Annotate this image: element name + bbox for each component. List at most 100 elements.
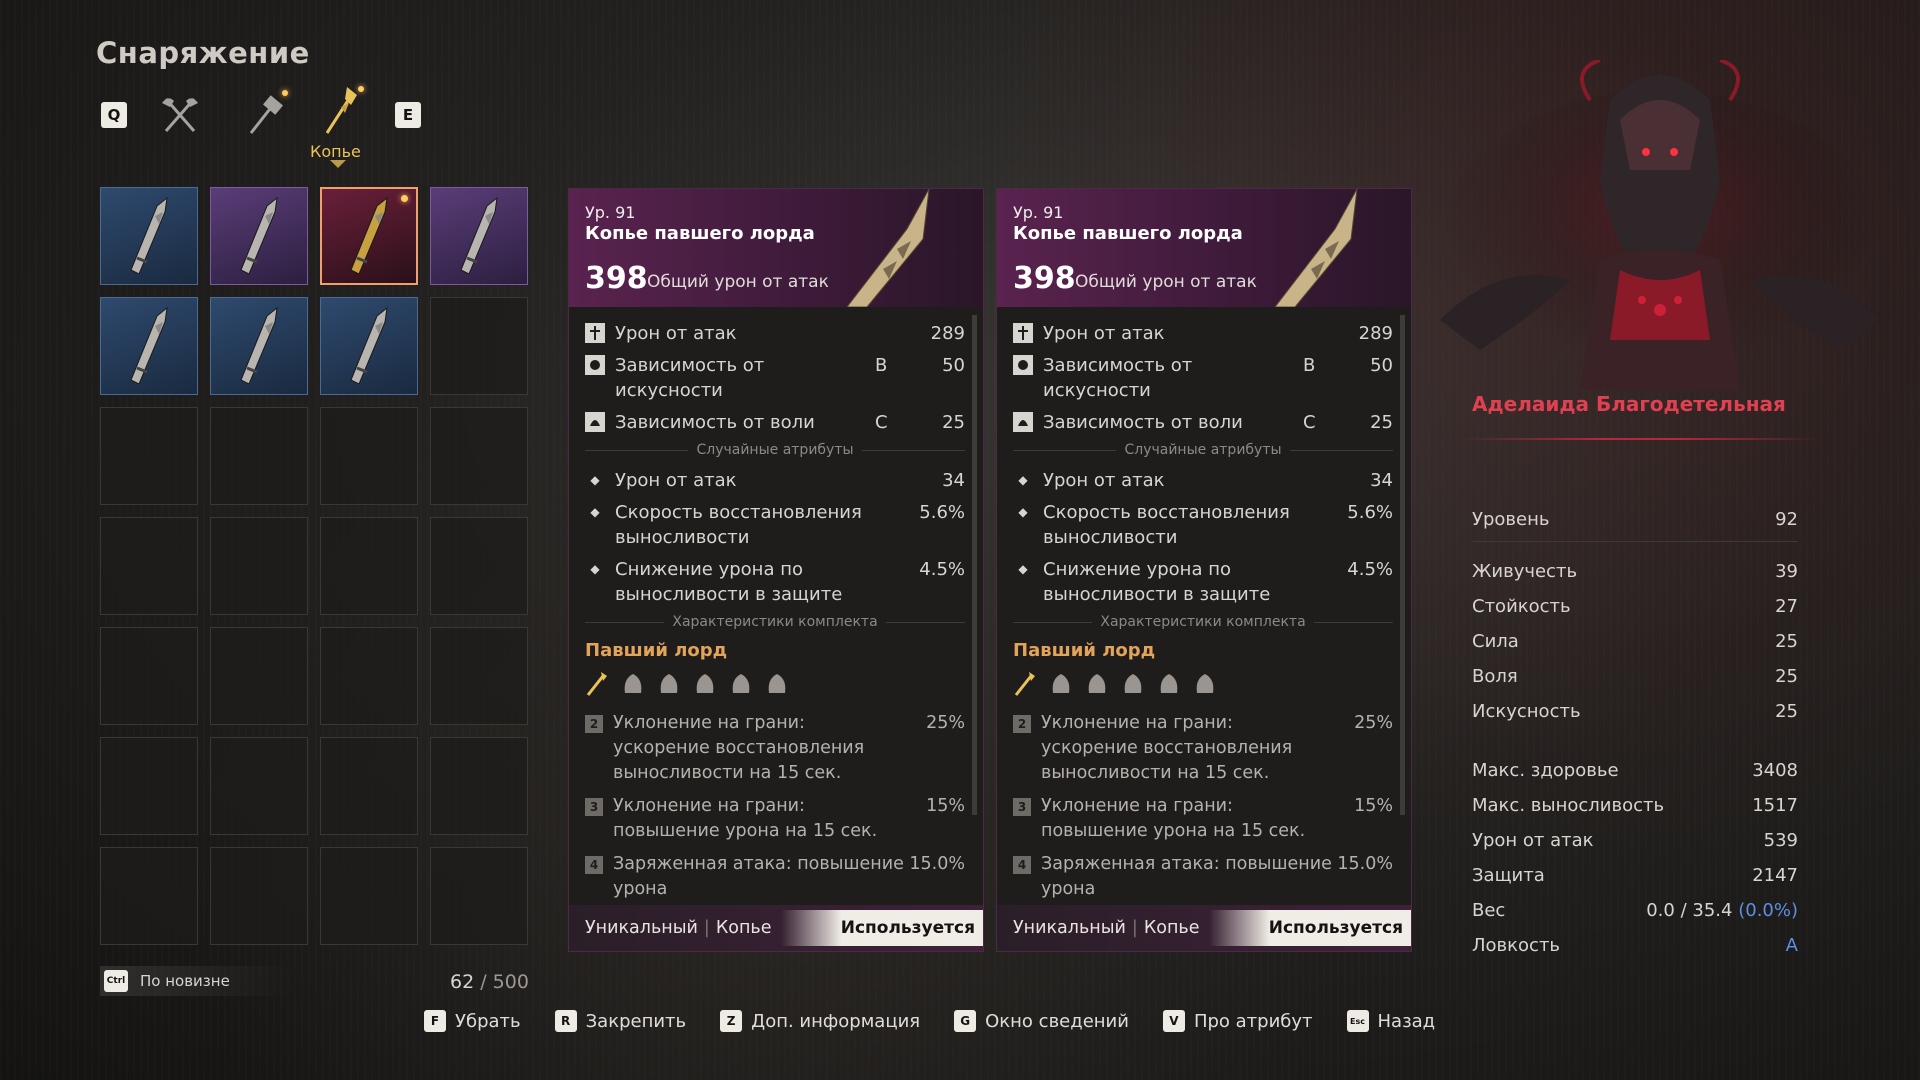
inventory-slot[interactable]	[210, 187, 308, 285]
helmet-icon	[1049, 671, 1073, 697]
spear-icon	[1013, 671, 1037, 697]
inventory-slot-empty[interactable]	[430, 847, 528, 945]
card-scrollbar[interactable]	[1400, 315, 1405, 815]
inventory-slot-empty[interactable]	[430, 407, 528, 505]
attr-value: 34	[1370, 470, 1393, 491]
inventory-slot-empty[interactable]	[210, 627, 308, 725]
tab-prev-key[interactable]: Q	[101, 102, 127, 128]
inventory-slot-empty[interactable]	[100, 517, 198, 615]
item-damage: 398	[585, 261, 648, 296]
random-attributes-header: Случайные атрибуты	[1013, 442, 1393, 458]
inventory-slot[interactable]	[210, 297, 308, 395]
item-rarity-type: Уникальный | Копье	[1013, 918, 1200, 938]
inventory-slot-empty[interactable]	[430, 517, 528, 615]
bullet-icon: ◆	[1018, 562, 1028, 576]
bonus-value: 15.0%	[909, 854, 965, 874]
more-info-hint[interactable]: Z Доп. информация	[720, 1010, 920, 1032]
inventory-slot-empty[interactable]	[210, 847, 308, 945]
stat-row: Зависимость от воли C 25	[1013, 410, 1393, 435]
inventory-slot-empty[interactable]	[100, 847, 198, 945]
tab-axe[interactable]	[155, 90, 205, 140]
sort-control[interactable]: Ctrl По новизне	[100, 966, 294, 996]
unequip-hint[interactable]: F Убрать	[424, 1010, 521, 1032]
tab-hammer[interactable]	[240, 90, 290, 140]
attr-value: 4.5%	[919, 559, 965, 580]
gauntlet-icon	[693, 671, 717, 697]
stat-label: Сила	[1472, 631, 1519, 652]
inventory-slot-empty[interactable]	[320, 627, 418, 725]
attribute-row: Живучесть 39	[1472, 554, 1798, 589]
stat-value: 50	[942, 355, 965, 376]
card-scrollbar[interactable]	[972, 315, 977, 815]
item-level: Ур. 91	[585, 203, 636, 222]
character-stats: Уровень 92 Живучесть 39 Стойкость 27 Сила 25 В…	[1472, 502, 1798, 963]
inventory-slot[interactable]	[430, 187, 528, 285]
random-attributes-header: Случайные атрибуты	[585, 442, 965, 458]
stat-label: Уровень	[1472, 509, 1550, 530]
pin-hint[interactable]: R Закрепить	[554, 1010, 686, 1032]
attr-value: 4.5%	[1347, 559, 1393, 580]
key-badge: R	[554, 1010, 577, 1032]
card-footer: Уникальный | Копье Используется	[997, 905, 1411, 951]
inventory-slot[interactable]	[100, 297, 198, 395]
tab-spear[interactable]	[316, 86, 366, 136]
sword-icon	[585, 323, 605, 343]
bonus-value: 15%	[926, 796, 965, 816]
inventory-slot-empty[interactable]	[320, 517, 418, 615]
key-badge: G	[954, 1010, 977, 1032]
inventory-slot-empty[interactable]	[210, 737, 308, 835]
back-hint[interactable]: Esc Назад	[1346, 1010, 1435, 1032]
inventory-slot-empty[interactable]	[210, 407, 308, 505]
attr-name: Урон от атак	[1043, 470, 1165, 491]
inventory-slot[interactable]	[100, 187, 198, 285]
details-window-hint[interactable]: G Окно сведений	[954, 1010, 1129, 1032]
inventory-count: 62 / 500	[450, 971, 529, 993]
inventory-slot-empty[interactable]	[320, 737, 418, 835]
stat-weight: Вес 0.0 / 35.4 (0.0%)	[1472, 893, 1798, 928]
inventory-slot[interactable]	[320, 297, 418, 395]
tab-next-key[interactable]: E	[395, 102, 421, 128]
stat-name: Зависимость от воли	[1043, 412, 1243, 433]
new-dot	[358, 86, 364, 92]
hint-label: Окно сведений	[985, 1010, 1129, 1032]
key-badge: V	[1162, 1010, 1185, 1032]
item-rarity: Уникальный	[1013, 918, 1126, 938]
spear-icon	[447, 194, 511, 278]
item-damage-label: Общий урон от атак	[1075, 272, 1257, 292]
stat-level: Уровень 92	[1472, 502, 1798, 542]
item-card: Ур. 91 Копье павшего лорда 398 Общий уро…	[568, 188, 984, 952]
bonus-text: Уклонение на грани: ускорение восстановл…	[613, 713, 865, 783]
stat-label: Макс. здоровье	[1472, 760, 1619, 781]
attribute-info-hint[interactable]: V Про атрибут	[1162, 1010, 1313, 1032]
bonus-text: Уклонение на грани: ускорение восстановл…	[1041, 713, 1293, 783]
stat-name: Зависимость от воли	[615, 412, 815, 433]
legs-icon	[1157, 671, 1181, 697]
inventory-slot-empty[interactable]	[320, 407, 418, 505]
attribute-row: Стойкость 27	[1472, 589, 1798, 624]
derived-stat-row: Макс. здоровье 3408	[1472, 753, 1798, 788]
inventory-slot-empty[interactable]	[100, 407, 198, 505]
inventory-slot-empty[interactable]	[100, 737, 198, 835]
inventory-slot-empty[interactable]	[320, 847, 418, 945]
stat-value: A	[1785, 935, 1798, 956]
stat-value: 289	[930, 323, 965, 344]
hint-label: Убрать	[455, 1010, 521, 1032]
inventory-slot-empty[interactable]	[430, 737, 528, 835]
inventory-slot[interactable]	[320, 187, 418, 285]
inventory-slot-empty[interactable]	[430, 297, 528, 395]
inventory-grid	[100, 187, 528, 945]
bonus-count: 3	[585, 798, 603, 816]
bullet-icon: ◆	[1018, 505, 1028, 519]
derived-stat-row: Урон от атак 539	[1472, 823, 1798, 858]
stat-value: 0.0 / 35.4 (0.0%)	[1646, 900, 1798, 921]
bonus-text: Заряженная атака: повышение урона	[1041, 854, 1332, 899]
inventory-slot-empty[interactable]	[210, 517, 308, 615]
stat-value: 50	[1370, 355, 1393, 376]
gauntlet-icon	[1121, 671, 1145, 697]
stat-name: Зависимость от искусности	[615, 355, 765, 401]
set-attributes-header: Характеристики комплекта	[1013, 614, 1393, 630]
inventory-slot-empty[interactable]	[430, 627, 528, 725]
hint-label: Про атрибут	[1193, 1010, 1313, 1032]
key-badge: Z	[720, 1010, 743, 1032]
inventory-slot-empty[interactable]	[100, 627, 198, 725]
